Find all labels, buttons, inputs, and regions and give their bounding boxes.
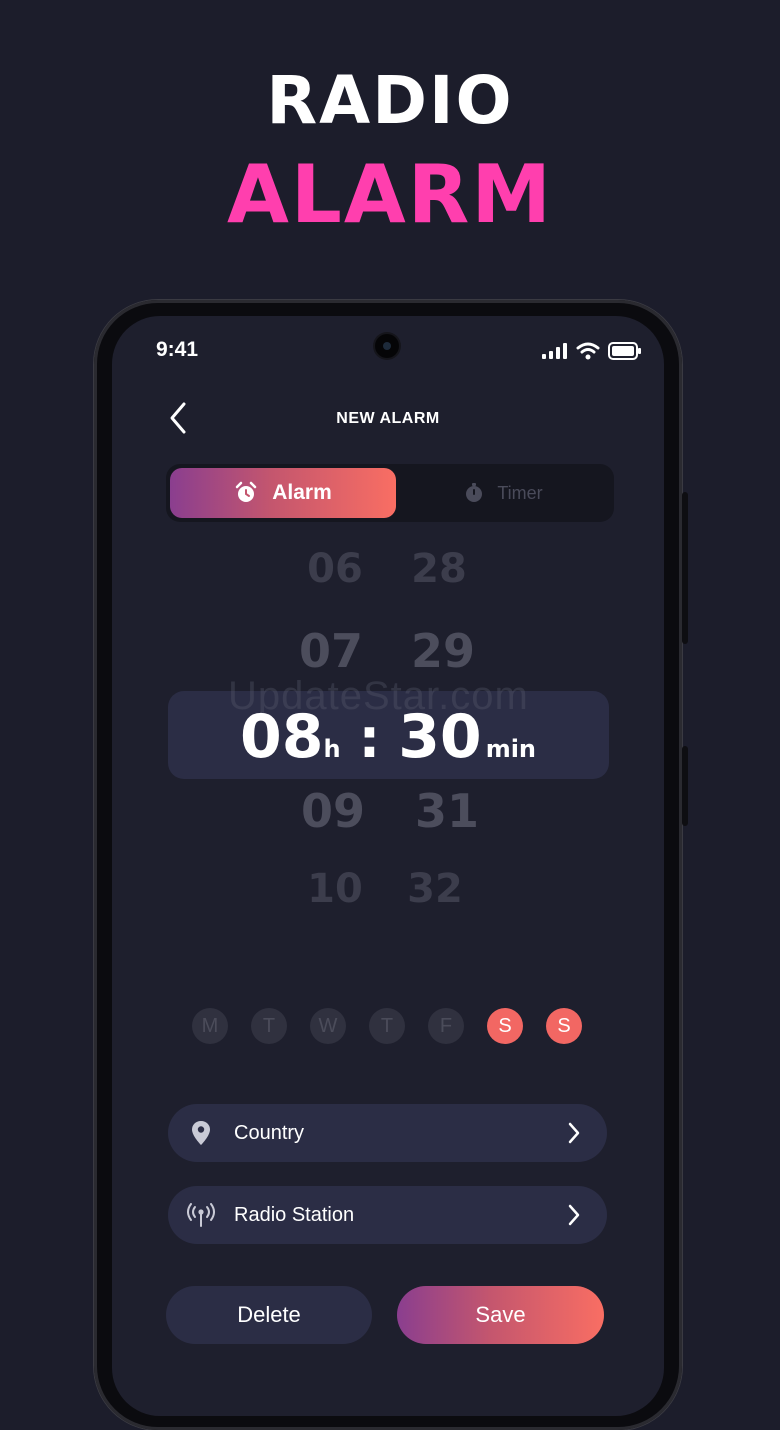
day-toggle-wednesday[interactable]: W	[310, 1008, 346, 1044]
status-icons	[542, 342, 642, 360]
signal-icon	[542, 343, 567, 359]
hour-unit: h	[323, 735, 341, 763]
country-row[interactable]: Country	[168, 1104, 607, 1162]
selected-time[interactable]: 08 h : 30 min	[112, 691, 664, 779]
tab-alarm-label: Alarm	[272, 481, 332, 504]
day-toggle-friday[interactable]: F	[428, 1008, 464, 1044]
tab-alarm[interactable]: Alarm	[170, 468, 396, 518]
location-pin-icon	[192, 1121, 210, 1145]
hero-title-radio: RADIO	[266, 62, 514, 139]
front-camera	[375, 334, 399, 358]
radio-broadcast-icon	[187, 1203, 215, 1227]
selected-minute: 30	[398, 702, 482, 772]
wifi-icon	[576, 342, 600, 360]
tab-timer[interactable]: Timer	[396, 468, 610, 518]
radio-station-label: Radio Station	[234, 1203, 355, 1226]
hour-option[interactable]: 06	[280, 546, 390, 592]
minute-option[interactable]: 28	[384, 546, 494, 592]
day-toggle-monday[interactable]: M	[192, 1008, 228, 1044]
mode-segmented-control: Alarm Timer	[166, 464, 614, 522]
chevron-right-icon	[568, 1204, 580, 1226]
phone-side-button	[682, 492, 688, 644]
weekday-selector: M T W T F S S	[192, 1008, 582, 1044]
delete-button[interactable]: Delete	[166, 1286, 372, 1344]
time-separator: :	[358, 707, 381, 770]
minute-option[interactable]: 29	[388, 624, 498, 678]
page-title: NEW ALARM	[336, 410, 440, 427]
minute-option[interactable]: 32	[380, 866, 490, 912]
alarm-clock-icon	[235, 481, 257, 502]
day-toggle-tuesday[interactable]: T	[251, 1008, 287, 1044]
hero-title-alarm: ALARM	[226, 148, 553, 241]
day-toggle-sunday[interactable]: S	[546, 1008, 582, 1044]
tab-timer-label: Timer	[497, 482, 543, 503]
battery-icon	[608, 342, 641, 360]
country-label: Country	[234, 1121, 305, 1144]
day-toggle-saturday[interactable]: S	[487, 1008, 523, 1044]
phone-side-button	[682, 746, 688, 826]
hour-option[interactable]: 07	[276, 624, 386, 678]
minute-unit: min	[485, 735, 537, 763]
phone-screen: 9:41 NEW ALARM Alarm Timer 06 28 07 29 U…	[112, 316, 664, 1416]
selected-hour: 08	[239, 702, 324, 772]
day-toggle-thursday[interactable]: T	[369, 1008, 405, 1044]
chevron-right-icon	[568, 1122, 580, 1144]
status-time: 9:41	[156, 338, 199, 361]
hour-option[interactable]: 10	[280, 866, 390, 912]
hour-option[interactable]: 09	[278, 784, 388, 838]
radio-station-row[interactable]: Radio Station	[168, 1186, 607, 1244]
minute-option[interactable]: 31	[392, 784, 502, 838]
save-button[interactable]: Save	[397, 1286, 604, 1344]
stopwatch-icon	[466, 483, 483, 502]
